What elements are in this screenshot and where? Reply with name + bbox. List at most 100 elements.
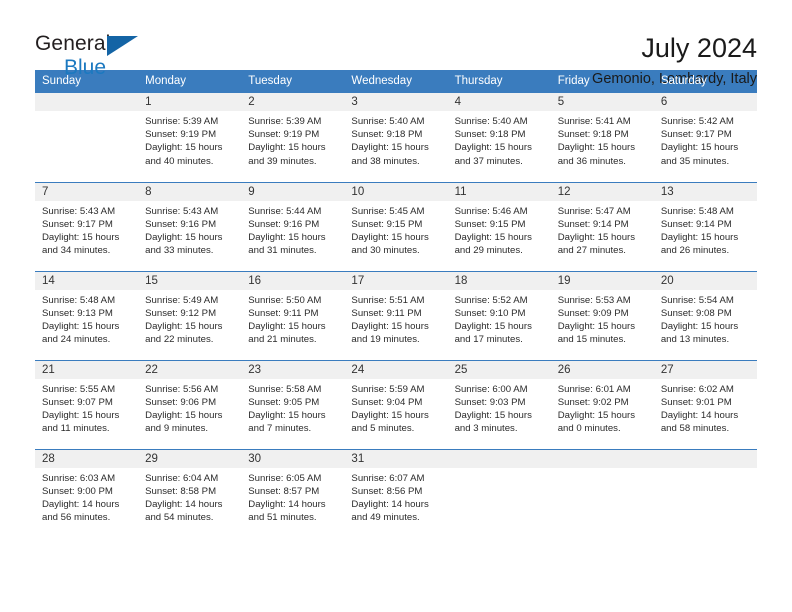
- day-details: Sunrise: 5:48 AM Sunset: 9:13 PM Daylight:…: [35, 290, 138, 347]
- calendar-day-cell[interactable]: 10 Sunrise: 5:45 AM Sunset: 9:15 PM Dayligh…: [344, 181, 448, 271]
- day-details: Sunrise: 5:53 AM Sunset: 9:09 PM Daylight:…: [551, 290, 654, 347]
- day-number: 21: [35, 360, 139, 379]
- calendar-day-cell[interactable]: 29 Sunrise: 6:04 AM Sunset: 8:58 PM Dayligh…: [138, 448, 242, 538]
- day-number: 29: [138, 449, 242, 468]
- day-details: Sunrise: 6:03 AM Sunset: 9:00 PM Daylight:…: [35, 468, 138, 525]
- day-number: 30: [241, 449, 345, 468]
- day-details: Sunrise: 5:41 AM Sunset: 9:18 PM Daylight:…: [551, 111, 654, 168]
- general-blue-logo[interactable]: General Blue: [35, 33, 155, 81]
- day-number: [550, 449, 654, 468]
- day-details: Sunrise: 6:07 AM Sunset: 8:56 PM Daylight:…: [344, 468, 447, 525]
- calendar-day-cell[interactable]: 28 Sunrise: 6:03 AM Sunset: 9:00 PM Dayligh…: [35, 448, 139, 538]
- sunset-text: Sunset: 9:15 PM: [454, 218, 526, 230]
- sunset-text: Sunset: 9:11 PM: [248, 307, 319, 319]
- day-details: Sunrise: 5:43 AM Sunset: 9:16 PM Daylight:…: [138, 201, 241, 258]
- day-number: 16: [241, 271, 345, 290]
- sunset-text: Sunset: 9:03 PM: [454, 396, 526, 408]
- daylight-text: Daylight: 15 hours and 7 minutes.: [248, 409, 326, 435]
- calendar-day-cell[interactable]: 19 Sunrise: 5:53 AM Sunset: 9:09 PM Dayligh…: [550, 270, 654, 360]
- triangle-icon: [107, 36, 138, 56]
- sunset-text: Sunset: 8:58 PM: [145, 485, 217, 497]
- daylight-text: Daylight: 15 hours and 9 minutes.: [145, 409, 223, 435]
- calendar-cell-empty: [653, 448, 757, 538]
- page-title: July 2024: [641, 33, 757, 63]
- calendar-day-cell[interactable]: 20 Sunrise: 5:54 AM Sunset: 9:08 PM Dayligh…: [653, 270, 757, 360]
- sunrise-text: Sunrise: 5:56 AM: [145, 383, 219, 395]
- sunrise-text: Sunrise: 6:01 AM: [557, 383, 631, 395]
- calendar-day-cell[interactable]: 3 Sunrise: 5:40 AM Sunset: 9:18 PM Daylight…: [344, 93, 448, 182]
- calendar-day-cell[interactable]: 9 Sunrise: 5:44 AM Sunset: 9:16 PM Daylight…: [241, 181, 345, 271]
- sunrise-text: Sunrise: 6:00 AM: [454, 383, 528, 395]
- day-details: Sunrise: 5:46 AM Sunset: 9:15 PM Daylight:…: [448, 201, 551, 258]
- sunrise-text: Sunrise: 5:40 AM: [454, 116, 528, 127]
- daylight-text: Daylight: 14 hours and 56 minutes.: [42, 498, 120, 524]
- calendar-day-cell[interactable]: 7 Sunrise: 5:43 AM Sunset: 9:17 PM Daylight…: [35, 181, 139, 271]
- calendar-day-cell[interactable]: 16 Sunrise: 5:50 AM Sunset: 9:11 PM Dayligh…: [241, 270, 345, 360]
- day-details: Sunrise: 5:58 AM Sunset: 9:05 PM Daylight:…: [241, 379, 344, 436]
- sunrise-text: Sunrise: 5:54 AM: [660, 294, 734, 306]
- day-number: 22: [138, 360, 242, 379]
- daylight-text: Daylight: 14 hours and 49 minutes.: [351, 498, 429, 524]
- day-details: Sunrise: 5:39 AM Sunset: 9:19 PM Daylight:…: [138, 111, 241, 168]
- sunset-text: Sunset: 9:09 PM: [557, 307, 629, 319]
- day-number: 7: [35, 182, 139, 201]
- calendar-day-cell[interactable]: 11 Sunrise: 5:46 AM Sunset: 9:15 PM Dayligh…: [447, 181, 551, 271]
- calendar-day-cell[interactable]: 12 Sunrise: 5:47 AM Sunset: 9:14 PM Dayligh…: [550, 181, 654, 271]
- calendar-day-cell[interactable]: 15 Sunrise: 5:49 AM Sunset: 9:12 PM Dayligh…: [138, 270, 242, 360]
- sunset-text: Sunset: 8:56 PM: [351, 485, 423, 497]
- calendar-day-cell[interactable]: 31 Sunrise: 6:07 AM Sunset: 8:56 PM Dayligh…: [344, 448, 448, 538]
- day-number: [653, 449, 757, 468]
- calendar-day-cell[interactable]: 21 Sunrise: 5:55 AM Sunset: 9:07 PM Dayligh…: [35, 359, 139, 449]
- day-number: 18: [447, 271, 551, 290]
- daylight-text: Daylight: 14 hours and 51 minutes.: [248, 498, 326, 524]
- sunrise-text: Sunrise: 6:03 AM: [42, 472, 116, 484]
- calendar-day-cell[interactable]: 26 Sunrise: 6:01 AM Sunset: 9:02 PM Dayligh…: [550, 359, 654, 449]
- calendar-day-cell[interactable]: 24 Sunrise: 5:59 AM Sunset: 9:04 PM Dayligh…: [344, 359, 448, 449]
- day-number: 4: [447, 93, 551, 111]
- calendar-day-cell[interactable]: 17 Sunrise: 5:51 AM Sunset: 9:11 PM Dayligh…: [344, 270, 448, 360]
- sunrise-text: Sunrise: 6:02 AM: [660, 383, 734, 395]
- day-number: 14: [35, 271, 139, 290]
- day-details: Sunrise: 5:43 AM Sunset: 9:17 PM Daylight:…: [35, 201, 138, 258]
- calendar-day-cell[interactable]: 22 Sunrise: 5:56 AM Sunset: 9:06 PM Dayligh…: [138, 359, 242, 449]
- sunset-text: Sunset: 9:04 PM: [351, 396, 423, 408]
- day-number: 5: [550, 93, 654, 111]
- daylight-text: Daylight: 15 hours and 17 minutes.: [454, 320, 532, 346]
- sunset-text: Sunset: 9:19 PM: [248, 129, 320, 141]
- day-details: Sunrise: 6:04 AM Sunset: 8:58 PM Daylight:…: [138, 468, 241, 525]
- daylight-text: Daylight: 15 hours and 29 minutes.: [454, 231, 532, 257]
- sunset-text: Sunset: 9:18 PM: [351, 129, 423, 141]
- calendar-day-cell[interactable]: 23 Sunrise: 5:58 AM Sunset: 9:05 PM Dayligh…: [241, 359, 345, 449]
- calendar-day-cell[interactable]: 4 Sunrise: 5:40 AM Sunset: 9:18 PM Daylight…: [447, 93, 551, 182]
- calendar-day-cell[interactable]: 6 Sunrise: 5:42 AM Sunset: 9:17 PM Daylight…: [653, 93, 757, 182]
- calendar-week-row: 7 Sunrise: 5:43 AM Sunset: 9:17 PM Daylight…: [35, 181, 757, 271]
- sunrise-text: Sunrise: 5:59 AM: [351, 383, 425, 395]
- sunrise-text: Sunrise: 6:04 AM: [145, 472, 219, 484]
- sunset-text: Sunset: 9:13 PM: [42, 307, 113, 319]
- calendar-day-cell[interactable]: 25 Sunrise: 6:00 AM Sunset: 9:03 PM Dayligh…: [447, 359, 551, 449]
- day-number: [447, 449, 551, 468]
- calendar-day-cell[interactable]: 8 Sunrise: 5:43 AM Sunset: 9:16 PM Daylight…: [138, 181, 242, 271]
- day-details: Sunrise: 5:45 AM Sunset: 9:15 PM Daylight:…: [344, 201, 447, 258]
- day-details: Sunrise: 5:40 AM Sunset: 9:18 PM Daylight:…: [344, 111, 447, 168]
- calendar-day-cell[interactable]: 2 Sunrise: 5:39 AM Sunset: 9:19 PM Daylight…: [241, 93, 345, 182]
- sunset-text: Sunset: 9:18 PM: [454, 129, 526, 141]
- calendar-day-cell[interactable]: 5 Sunrise: 5:41 AM Sunset: 9:18 PM Daylight…: [550, 93, 654, 182]
- calendar-day-cell[interactable]: 1 Sunrise: 5:39 AM Sunset: 9:19 PM Daylight…: [138, 93, 242, 182]
- calendar-day-cell[interactable]: 18 Sunrise: 5:52 AM Sunset: 9:10 PM Dayligh…: [447, 270, 551, 360]
- day-details: Sunrise: 5:47 AM Sunset: 9:14 PM Daylight:…: [551, 201, 654, 258]
- day-details: Sunrise: 5:49 AM Sunset: 9:12 PM Daylight:…: [138, 290, 241, 347]
- calendar-day-cell[interactable]: 30 Sunrise: 6:05 AM Sunset: 8:57 PM Dayligh…: [241, 448, 345, 538]
- day-number: 25: [447, 360, 551, 379]
- calendar-day-cell[interactable]: 27 Sunrise: 6:02 AM Sunset: 9:01 PM Dayligh…: [653, 359, 757, 449]
- calendar-day-cell[interactable]: 14 Sunrise: 5:48 AM Sunset: 9:13 PM Dayligh…: [35, 270, 139, 360]
- day-number: 2: [241, 93, 345, 111]
- calendar-page: General Blue July 2024 Gemonio, Lombardy…: [0, 0, 792, 612]
- daylight-text: Daylight: 15 hours and 31 minutes.: [248, 231, 326, 257]
- calendar-day-cell[interactable]: 13 Sunrise: 5:48 AM Sunset: 9:14 PM Dayligh…: [653, 181, 757, 271]
- sunrise-text: Sunrise: 5:44 AM: [248, 205, 322, 217]
- sunrise-text: Sunrise: 6:05 AM: [248, 472, 322, 484]
- daylight-text: Daylight: 15 hours and 40 minutes.: [145, 142, 223, 167]
- daylight-text: Daylight: 15 hours and 35 minutes.: [660, 142, 739, 167]
- day-details: Sunrise: 5:40 AM Sunset: 9:18 PM Daylight:…: [448, 111, 551, 168]
